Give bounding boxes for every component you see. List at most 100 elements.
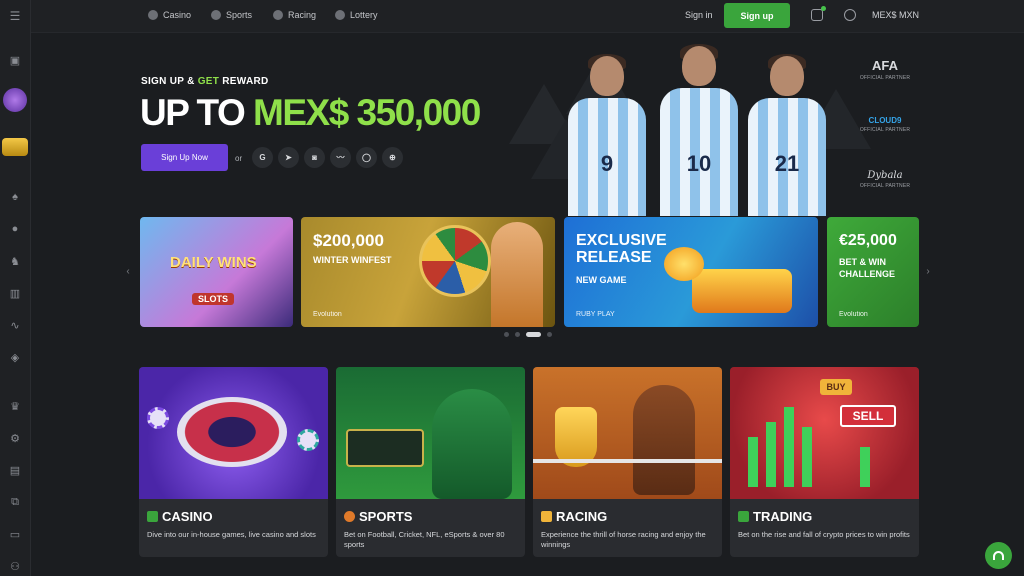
players-image: 9 10 21 — [568, 44, 830, 216]
sports-icon[interactable]: ● — [7, 221, 23, 237]
hero-kicker-c: REWARD — [219, 76, 269, 87]
promo-slide-daily-wins[interactable]: DAILY WINS SLOTS — [140, 217, 293, 327]
gift-icon[interactable]: ▣ — [7, 52, 23, 68]
nav-racing-label: Racing — [288, 10, 317, 20]
handshake-icon[interactable]: ⧉ — [7, 494, 23, 510]
headset-icon — [993, 551, 1004, 560]
category-card-sports[interactable]: SPORTS Bet on Football, Cricket, NFL, eS… — [336, 367, 525, 557]
globe-icon[interactable] — [844, 9, 856, 21]
horse-icon — [273, 10, 283, 20]
carousel-prev-arrow[interactable]: ‹ — [121, 263, 135, 279]
spin-wheel-icon[interactable] — [3, 88, 27, 112]
horse-image — [633, 385, 695, 495]
cloud9-logo: CLOUD9 — [868, 116, 902, 125]
ball-icon — [211, 10, 221, 20]
carousel-dot[interactable] — [515, 332, 520, 337]
category-title: CASINO — [147, 509, 213, 524]
marlin-bonanza-logo — [692, 269, 792, 313]
ticket-icon[interactable]: ◈ — [7, 349, 23, 365]
or-label: or — [235, 154, 243, 163]
steam-login-icon[interactable]: ⊕ — [382, 147, 403, 168]
buy-sign-image: BUY — [820, 379, 852, 395]
hero-kicker-a: SIGN UP & — [141, 76, 198, 87]
category-card-racing[interactable]: RACING Experience the thrill of horse ra… — [533, 367, 722, 557]
casino-art — [139, 367, 328, 499]
category-desc: Bet on Football, Cricket, NFL, eSports &… — [344, 530, 505, 550]
roulette-wheel-image — [177, 397, 287, 467]
signin-button[interactable]: Sign in — [685, 10, 713, 20]
carousel-dot[interactable] — [547, 332, 552, 337]
chart-icon[interactable]: ∿ — [7, 317, 23, 333]
carousel-dot[interactable] — [504, 332, 509, 337]
nav-casino[interactable]: Casino — [148, 10, 191, 20]
category-desc: Bet on the rise and fall of crypto price… — [738, 530, 910, 539]
trading-art: SELL BUY — [730, 367, 919, 499]
currency-selector[interactable]: MEX$ MXN — [872, 10, 919, 20]
ticket-icon — [335, 10, 345, 20]
hero-title-a: UP TO — [140, 92, 254, 133]
partner-caption: OFFICIAL PARTNER — [859, 75, 911, 81]
afa-logo: AFA — [872, 58, 898, 73]
casino-icon[interactable]: ♠ — [7, 189, 23, 205]
jersey-number: 10 — [686, 151, 712, 176]
promo-carousel: ‹ › DAILY WINS SLOTS $200,000 WINTER WIN… — [31, 216, 1024, 346]
casino-title: CASINO — [162, 509, 213, 524]
promo-slide-bet-win[interactable]: €25,000 BET & WIN CHALLENGE Evolution — [827, 217, 919, 327]
google-login-icon[interactable]: G — [252, 147, 273, 168]
jersey-number: 9 — [600, 151, 614, 176]
category-grid: CASINO Dive into our in-house games, liv… — [139, 367, 919, 557]
category-card-casino[interactable]: CASINO Dive into our in-house games, liv… — [139, 367, 328, 557]
signature-logo: Dybala — [867, 170, 903, 181]
slide-brand: RUBY PLAY — [576, 311, 615, 318]
chip-image — [297, 429, 319, 451]
carousel-dot-active[interactable] — [526, 332, 541, 337]
sports-art — [336, 367, 525, 499]
ball-icon — [344, 511, 355, 522]
player-image: 9 — [568, 54, 646, 216]
category-desc: Dive into our in-house games, live casin… — [147, 530, 316, 539]
wallet-login-icon[interactable]: 〰 — [330, 147, 351, 168]
money-wheel-image — [419, 225, 491, 297]
crown-icon[interactable]: ♛ — [7, 398, 23, 414]
treasure-chest-icon[interactable] — [2, 138, 28, 156]
user-icon[interactable]: ⚇ — [7, 558, 23, 574]
book-icon[interactable]: ▤ — [7, 462, 23, 478]
settings-icon[interactable]: ⚙ — [7, 430, 23, 446]
notifications-icon[interactable] — [811, 6, 826, 21]
metamask-login-icon[interactable]: ◙ — [304, 147, 325, 168]
nav-sports-label: Sports — [226, 10, 253, 20]
signup-button[interactable]: Sign up — [724, 3, 790, 28]
chat-icon[interactable]: ▭ — [7, 526, 23, 542]
nav-sports[interactable]: Sports — [211, 10, 252, 20]
sell-sign-image: SELL — [840, 405, 896, 427]
candle-image — [766, 422, 776, 487]
signup-now-button[interactable]: Sign Up Now — [141, 144, 228, 171]
category-card-trading[interactable]: SELL BUY TRADING Bet on the rise and fal… — [730, 367, 919, 557]
partner-caption: OFFICIAL PARTNER — [859, 127, 911, 133]
trading-icon[interactable]: ▥ — [7, 285, 23, 301]
support-chat-button[interactable] — [985, 542, 1012, 569]
promo-slide-winter-winfest[interactable]: $200,000 WINTER WINFEST Evolution — [301, 217, 555, 327]
carousel-next-arrow[interactable]: › — [921, 263, 935, 279]
trophy-image — [555, 407, 597, 467]
nav-lottery[interactable]: Lottery — [335, 10, 378, 20]
promo-slide-exclusive-release[interactable]: EXCLUSIVE RELEASE NEW GAME RUBY PLAY — [564, 217, 818, 327]
top-navigation: Casino Sports Racing Lottery Sign in Sig… — [31, 0, 1024, 33]
slide-sub: NEW GAME — [576, 275, 627, 285]
nav-racing[interactable]: Racing — [273, 10, 316, 20]
hero-kicker: SIGN UP & GET REWARD — [141, 76, 269, 87]
slide-sub: BET & WIN CHALLENGE — [839, 257, 895, 279]
nav-casino-label: Casino — [163, 10, 192, 20]
menu-icon[interactable]: ☰ — [7, 8, 23, 24]
category-title: TRADING — [738, 509, 812, 524]
trading-title: TRADING — [753, 509, 813, 524]
racing-icon[interactable]: ♞ — [7, 253, 23, 269]
chip-image — [147, 407, 169, 429]
partner-cloud9: CLOUD9 OFFICIAL PARTNER — [859, 116, 911, 133]
line-login-icon[interactable]: ◯ — [356, 147, 377, 168]
horse-icon — [541, 511, 552, 522]
slide-heading: €25,000 — [839, 232, 897, 249]
fish-image — [664, 247, 704, 281]
telegram-login-icon[interactable]: ➤ — [278, 147, 299, 168]
trading-icon — [738, 511, 749, 522]
